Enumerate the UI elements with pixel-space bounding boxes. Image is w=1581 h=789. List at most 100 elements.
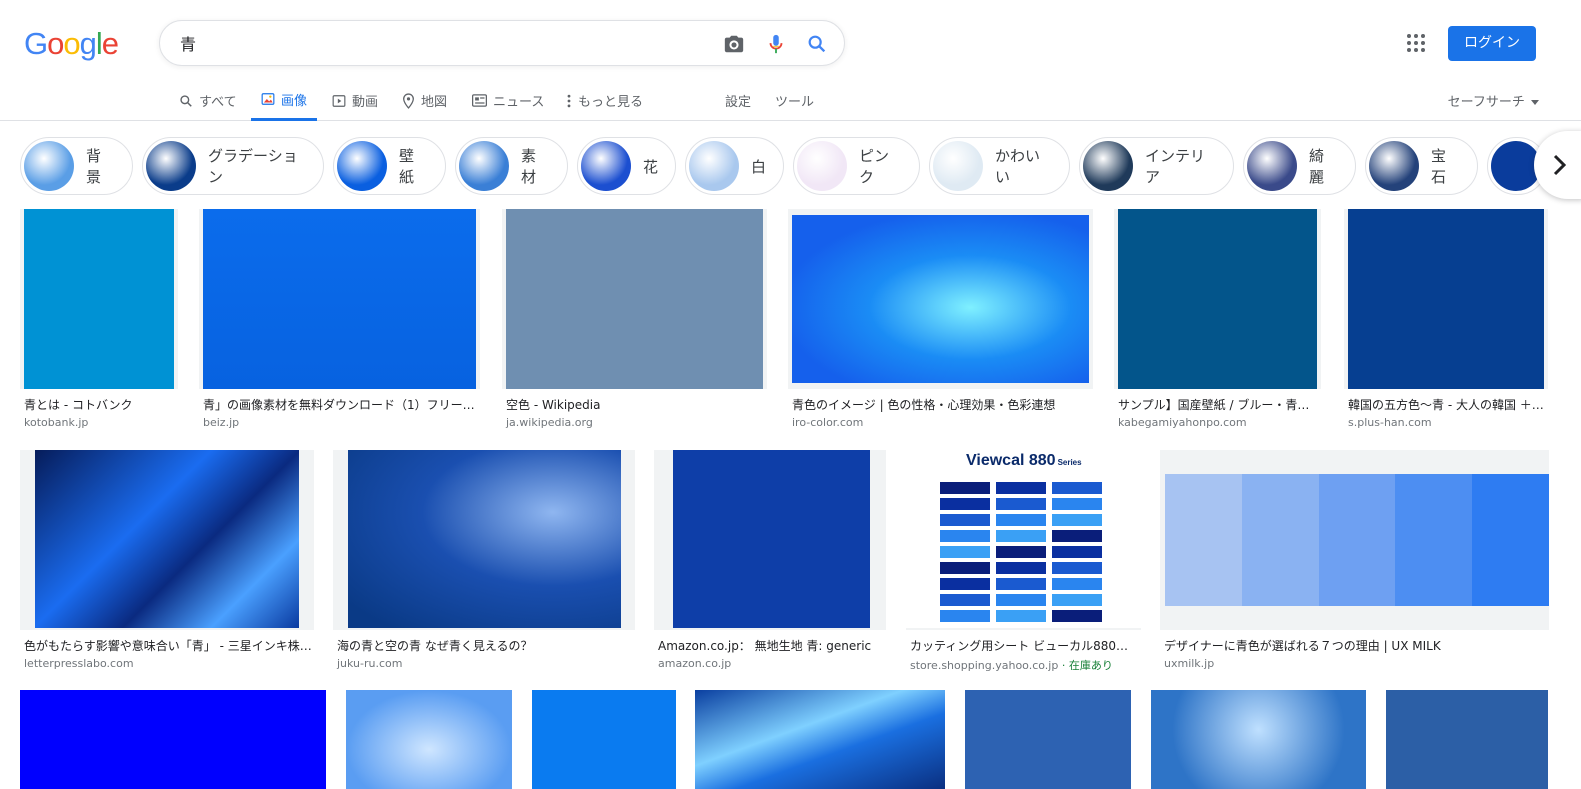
image-result[interactable]: Viewcal 880 Series カッティング用シート ビューカル880シ… st…	[906, 450, 1141, 680]
result-title[interactable]: 青」の画像素材を無料ダウンロード（1）フリー…	[203, 396, 478, 413]
image-result[interactable]: 青」の画像素材を無料ダウンロード（1）フリー… beiz.jp	[199, 209, 480, 439]
result-source-domain: beiz.jp	[203, 416, 240, 429]
chip-thumbnail	[689, 141, 739, 191]
chip-thumbnail	[146, 141, 196, 191]
result-title[interactable]: 空色 - Wikipedia	[506, 396, 765, 413]
tab-videos[interactable]: 動画	[332, 80, 378, 121]
image-result[interactable]	[1151, 690, 1366, 789]
color-swatch	[996, 514, 1046, 526]
google-logo[interactable]: Google	[24, 26, 119, 62]
chip-label: かわいい	[995, 147, 1041, 186]
result-source-domain: s.plus-han.com	[1348, 416, 1432, 429]
result-source-domain: uxmilk.jp	[1164, 657, 1215, 670]
chip-0[interactable]: 背景	[20, 137, 133, 195]
image-result[interactable]: デザイナーに青色が選ばれる７つの理由 | UX MILK uxmilk.jp	[1160, 450, 1549, 680]
result-title[interactable]: 青色のイメージ | 色の性格・心理効果・色彩連想	[792, 396, 1091, 413]
tab-maps[interactable]: 地図	[402, 80, 447, 121]
result-title[interactable]: 海の青と空の青 なぜ青く見えるの？	[337, 637, 633, 654]
tab-news[interactable]: ニュース	[472, 80, 544, 121]
image-result[interactable]	[532, 690, 676, 789]
tab-more[interactable]: もっと見る	[566, 80, 643, 121]
result-title[interactable]: 韓国の五方色〜青 - 大人の韓国 ＋h…	[1348, 396, 1546, 413]
image-result[interactable]: Amazon.co.jp： 無地生地 青: generic amazon.co.j…	[654, 450, 886, 680]
tab-images[interactable]: 画像	[251, 80, 318, 121]
tab-tools[interactable]: ツール	[775, 80, 814, 121]
image-result[interactable]	[346, 690, 512, 789]
image-result[interactable]: 色がもたらす影響や意味合い「青」 - 三星インキ株… letterpresslab…	[20, 450, 314, 680]
safesearch-menu[interactable]: セーフサーチ	[1448, 91, 1539, 110]
more-vertical-icon	[567, 94, 571, 107]
tab-settings[interactable]: 設定	[725, 80, 751, 121]
image-result[interactable]: 韓国の五方色〜青 - 大人の韓国 ＋h… s.plus-han.com	[1344, 209, 1548, 439]
chip-label: グラデーション	[208, 147, 298, 186]
image-result[interactable]: 空色 - Wikipedia ja.wikipedia.org	[502, 209, 767, 439]
camera-icon[interactable]	[722, 33, 746, 55]
tab-all[interactable]: すべて	[179, 80, 237, 121]
result-title[interactable]: Amazon.co.jp： 無地生地 青: generic	[658, 637, 884, 654]
map-pin-icon	[403, 92, 414, 109]
result-source-domain: store.shopping.yahoo.co.jp	[910, 659, 1059, 672]
result-source: s.plus-han.com	[1348, 416, 1432, 429]
result-image	[1165, 474, 1549, 606]
apps-grid-icon[interactable]	[1406, 33, 1426, 53]
chip-7[interactable]: かわいい	[929, 137, 1070, 195]
viewcal-title: Viewcal 880 Series	[966, 452, 1082, 469]
image-result[interactable]: サンプル】国産壁紙 / ブルー・青… kabegamiyahonpo.com	[1114, 209, 1321, 439]
result-title[interactable]: デザイナーに青色が選ばれる７つの理由 | UX MILK	[1164, 637, 1547, 654]
viewcal-subtitle: Series	[1057, 458, 1082, 467]
video-icon	[332, 94, 346, 107]
chevron-right-icon	[1553, 154, 1566, 176]
chip-label: 綺麗	[1309, 147, 1325, 186]
chip-thumbnail	[337, 141, 387, 191]
result-source: beiz.jp	[203, 416, 239, 429]
result-image	[35, 450, 299, 628]
result-title[interactable]: 青とは - コトバンク	[24, 396, 176, 413]
image-result[interactable]: 青とは - コトバンク kotobank.jp	[20, 209, 178, 439]
result-image	[792, 215, 1089, 383]
result-source: amazon.co.jp	[658, 657, 731, 670]
color-swatch	[1052, 546, 1102, 558]
search-input[interactable]	[180, 31, 700, 55]
image-result[interactable]	[695, 690, 945, 789]
caret-down-icon	[1531, 100, 1539, 105]
related-chips: 背景 グラデーション 壁紙 素材 花 白 ピンク かわいい インテリア 綺麗 宝石	[0, 130, 1581, 204]
result-title[interactable]: 色がもたらす影響や意味合い「青」 - 三星インキ株…	[24, 637, 312, 654]
chip-5[interactable]: 白	[685, 137, 784, 195]
color-swatch	[1052, 594, 1102, 606]
chip-10[interactable]: 宝石	[1365, 137, 1478, 195]
chip-1[interactable]: グラデーション	[142, 137, 324, 195]
search-icon[interactable]	[805, 33, 829, 55]
color-swatch	[996, 482, 1046, 494]
result-title[interactable]: サンプル】国産壁紙 / ブルー・青…	[1118, 396, 1319, 413]
chip-label: ピンク	[859, 147, 890, 186]
login-button[interactable]: ログイン	[1448, 26, 1536, 61]
image-result[interactable]	[20, 690, 326, 789]
chip-6[interactable]: ピンク	[793, 137, 920, 195]
image-result[interactable]: 青色のイメージ | 色の性格・心理効果・色彩連想 iro-color.com	[788, 209, 1093, 439]
color-swatch	[996, 562, 1046, 574]
chip-3[interactable]: 素材	[455, 137, 568, 195]
chip-label: 背景	[86, 147, 102, 186]
chip-4[interactable]: 花	[577, 137, 676, 195]
result-image	[24, 209, 174, 389]
image-result[interactable]	[965, 690, 1131, 789]
color-swatch	[1052, 482, 1102, 494]
result-source-domain: juku-ru.com	[337, 657, 403, 670]
microphone-icon[interactable]	[764, 33, 788, 55]
image-result[interactable]	[1386, 690, 1548, 789]
palette-swatch	[1165, 474, 1242, 606]
chip-2[interactable]: 壁紙	[333, 137, 446, 195]
chip-thumbnail	[1369, 141, 1419, 191]
chip-label: 花	[643, 157, 659, 176]
result-image	[348, 450, 621, 628]
palette-swatch	[1395, 474, 1473, 606]
chip-8[interactable]: インテリア	[1079, 137, 1234, 195]
result-source: ja.wikipedia.org	[506, 416, 593, 429]
result-image: Viewcal 880 Series	[906, 450, 1141, 628]
image-result[interactable]: 海の青と空の青 なぜ青く見えるの？ juku-ru.com	[333, 450, 635, 680]
tab-news-label: ニュース	[493, 95, 545, 110]
color-swatch	[996, 610, 1046, 622]
result-image	[203, 209, 476, 389]
result-title[interactable]: カッティング用シート ビューカル880シ…	[910, 637, 1139, 654]
chip-9[interactable]: 綺麗	[1243, 137, 1356, 195]
